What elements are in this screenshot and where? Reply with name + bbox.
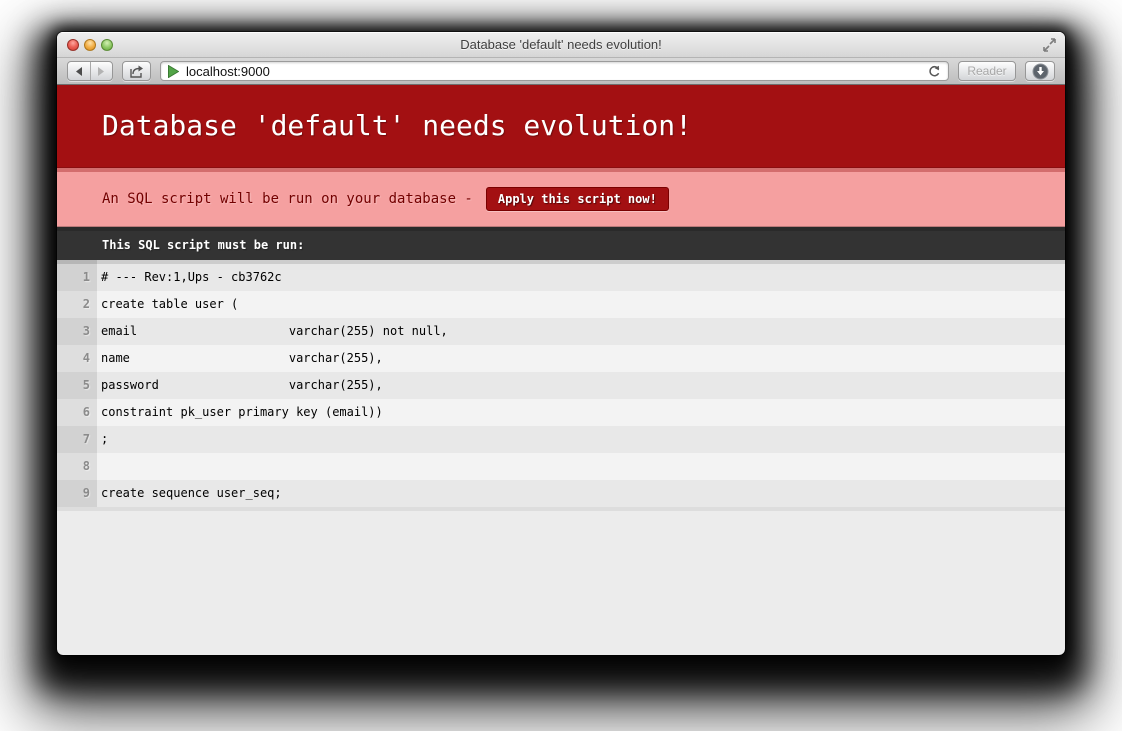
script-line-row: 8: [57, 453, 1065, 480]
downloads-button[interactable]: [1025, 61, 1055, 81]
line-code: ;: [97, 426, 1065, 453]
share-icon: [130, 65, 143, 78]
forward-button[interactable]: [91, 62, 113, 80]
line-code: constraint pk_user primary key (email)): [97, 399, 1065, 426]
line-number: 3: [57, 318, 97, 345]
script-line-row: 6 constraint pk_user primary key (email)…: [57, 399, 1065, 426]
detail-text: An SQL script will be run on your databa…: [102, 190, 473, 207]
script-line-row: 2 create table user (: [57, 291, 1065, 318]
line-number: 9: [57, 480, 97, 507]
script-line-row: 9 create sequence user_seq;: [57, 480, 1065, 507]
script-line-row: 1 # --- Rev:1,Ups - cb3762c: [57, 260, 1065, 291]
line-number: 8: [57, 453, 97, 480]
line-code: create sequence user_seq;: [97, 480, 1065, 507]
line-number: 4: [57, 345, 97, 372]
reload-icon[interactable]: [928, 65, 941, 78]
browser-window: Database 'default' needs evolution! loca…: [56, 31, 1066, 656]
line-number: 5: [57, 372, 97, 399]
back-button[interactable]: [68, 62, 91, 80]
line-code: create table user (: [97, 291, 1065, 318]
line-code: email varchar(255) not null,: [97, 318, 1065, 345]
apply-script-button[interactable]: Apply this script now!: [485, 187, 669, 211]
download-icon: [1032, 63, 1048, 79]
line-number: 6: [57, 399, 97, 426]
nav-buttons: [67, 61, 113, 81]
play-favicon: [168, 64, 179, 78]
script-section-title: This SQL script must be run:: [57, 227, 1065, 260]
address-bar[interactable]: localhost:9000: [160, 61, 949, 81]
fullscreen-icon[interactable]: [1042, 38, 1057, 52]
line-code: [97, 453, 1065, 480]
back-icon: [75, 66, 82, 76]
script-line-row: 5 password varchar(255),: [57, 372, 1065, 399]
line-number: 7: [57, 426, 97, 453]
sql-script-listing: 1 # --- Rev:1,Ups - cb3762c 2 create tab…: [57, 260, 1065, 511]
browser-toolbar: localhost:9000 Reader: [57, 58, 1065, 85]
line-number: 2: [57, 291, 97, 318]
title-bar[interactable]: Database 'default' needs evolution!: [57, 32, 1065, 58]
line-code: name varchar(255),: [97, 345, 1065, 372]
line-code: # --- Rev:1,Ups - cb3762c: [97, 260, 1065, 291]
reader-button[interactable]: Reader: [958, 61, 1016, 81]
script-line-row: 4 name varchar(255),: [57, 345, 1065, 372]
page-title: Database 'default' needs evolution!: [57, 85, 1065, 168]
desktop: Database 'default' needs evolution! loca…: [0, 0, 1122, 731]
line-code: password varchar(255),: [97, 372, 1065, 399]
url-text[interactable]: localhost:9000: [186, 64, 921, 79]
script-line-row: 3 email varchar(255) not null,: [57, 318, 1065, 345]
share-button[interactable]: [122, 61, 151, 81]
line-number: 1: [57, 260, 97, 291]
detail-bar: An SQL script will be run on your databa…: [57, 168, 1065, 227]
script-line-row: 7 ;: [57, 426, 1065, 453]
window-title: Database 'default' needs evolution!: [460, 37, 662, 52]
forward-icon: [98, 66, 105, 76]
